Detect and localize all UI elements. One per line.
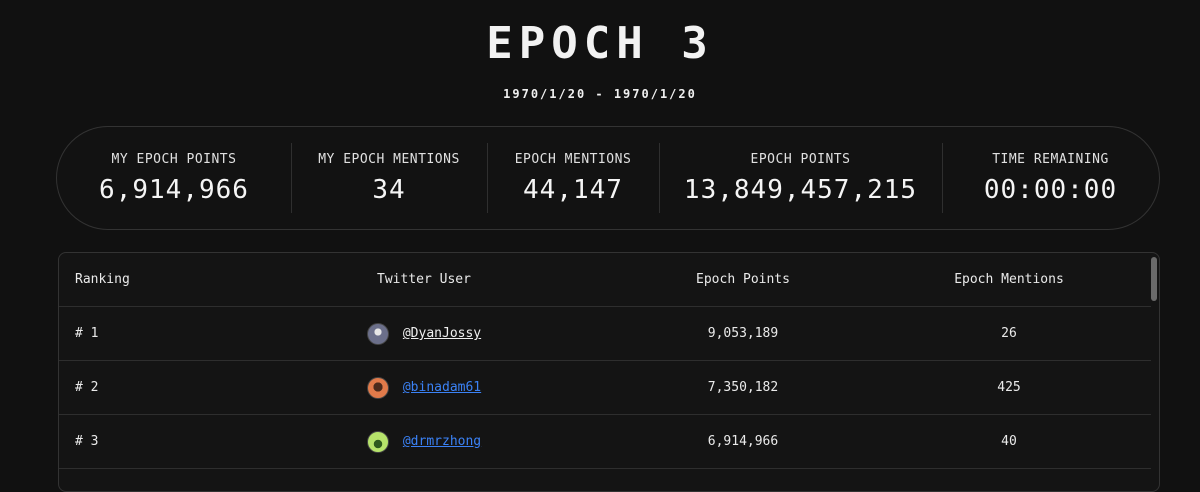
stat-label: MY EPOCH MENTIONS <box>318 151 460 167</box>
rank-cell: # 3 <box>75 434 99 449</box>
table-header-row: Ranking Twitter User Epoch Points Epoch … <box>59 253 1151 307</box>
stats-panel: MY EPOCH POINTS 6,914,966 MY EPOCH MENTI… <box>56 126 1160 230</box>
stat-value: 34 <box>372 174 406 205</box>
stat-time-remaining: TIME REMAINING 00:00:00 <box>942 127 1159 229</box>
mentions-cell: 425 <box>997 380 1021 395</box>
page-title: EPOCH 3 <box>486 18 714 69</box>
stat-label: TIME REMAINING <box>992 151 1109 167</box>
table-row: # 3 @drmrzhong 6,914,966 40 <box>59 415 1151 469</box>
column-header-twitter-user: Twitter User <box>377 272 471 287</box>
rank-cell: # 2 <box>75 380 99 395</box>
stat-my-epoch-points: MY EPOCH POINTS 6,914,966 <box>57 127 291 229</box>
stat-my-epoch-mentions: MY EPOCH MENTIONS 34 <box>291 127 487 229</box>
leaderboard-table[interactable]: Ranking Twitter User Epoch Points Epoch … <box>58 252 1160 492</box>
points-cell: 9,053,189 <box>707 326 779 341</box>
column-header-epoch-mentions: Epoch Mentions <box>954 272 1064 287</box>
user-cell: @drmrzhong <box>284 415 564 468</box>
epoch-date-range: 1970/1/20 - 1970/1/20 <box>503 87 697 101</box>
mentions-cell: 40 <box>1001 434 1017 449</box>
column-header-ranking: Ranking <box>75 272 130 287</box>
table-scrollbar[interactable] <box>1151 257 1157 301</box>
frog-avatar-icon <box>366 430 389 453</box>
stat-value: 6,914,966 <box>99 174 249 205</box>
stat-value: 00:00:00 <box>983 174 1118 205</box>
column-header-epoch-points: Epoch Points <box>696 272 790 287</box>
stat-label: MY EPOCH POINTS <box>111 151 237 167</box>
stat-value: 44,147 <box>523 174 623 205</box>
user-cell: @binadam61 <box>284 361 564 414</box>
mentions-cell: 26 <box>1001 326 1017 341</box>
stat-value: 13,849,457,215 <box>683 174 918 205</box>
twitter-handle-link[interactable]: @DyanJossy <box>403 326 481 341</box>
portrait-avatar-1-icon <box>366 322 389 345</box>
twitter-handle-link[interactable]: @binadam61 <box>403 380 481 395</box>
stat-label: EPOCH POINTS <box>750 151 851 167</box>
points-cell: 7,350,182 <box>707 380 779 395</box>
portrait-avatar-2-icon <box>366 376 389 399</box>
points-cell: 6,914,966 <box>707 434 779 449</box>
table-row: # 1 @DyanJossy 9,053,189 26 <box>59 307 1151 361</box>
stat-epoch-points: EPOCH POINTS 13,849,457,215 <box>659 127 942 229</box>
twitter-handle-link[interactable]: @drmrzhong <box>403 434 481 449</box>
rank-cell: # 1 <box>75 326 99 341</box>
user-cell: @DyanJossy <box>284 307 564 360</box>
stat-epoch-mentions: EPOCH MENTIONS 44,147 <box>487 127 659 229</box>
stat-label: EPOCH MENTIONS <box>514 151 632 167</box>
table-row: # 2 @binadam61 7,350,182 425 <box>59 361 1151 415</box>
